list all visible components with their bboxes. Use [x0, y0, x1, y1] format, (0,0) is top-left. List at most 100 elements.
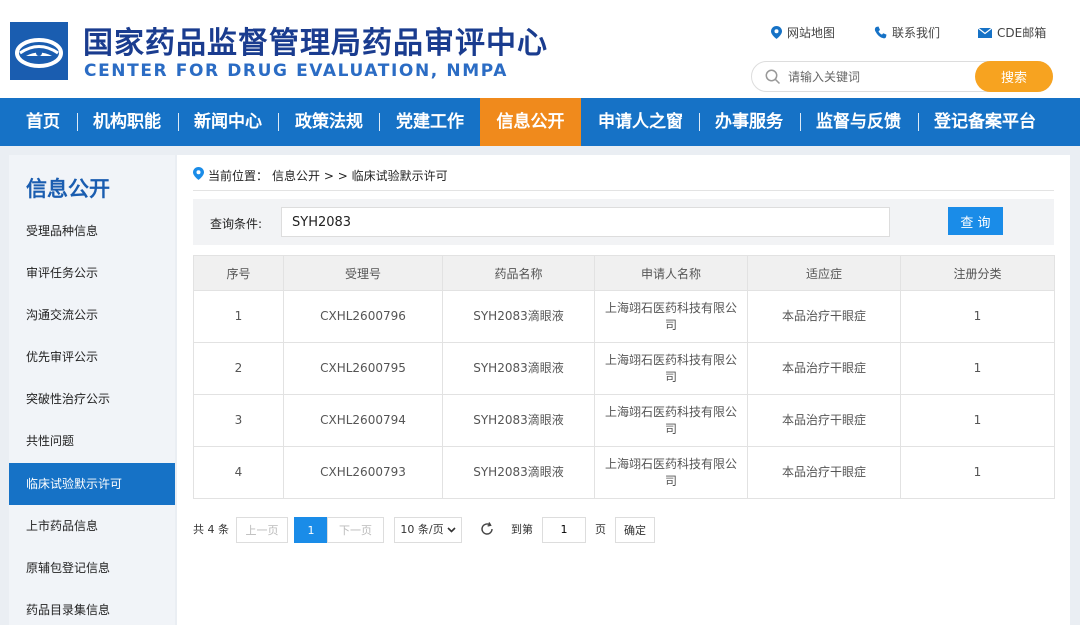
- cell-acceptance-no: CXHL2600793: [283, 446, 443, 499]
- sitemap-label: 网站地图: [787, 26, 836, 40]
- sidebar: 信息公开 受理品种信息 审评任务公示 沟通交流公示 优先审评公示 突破性治疗公示…: [9, 155, 175, 625]
- sidebar-item-drug-catalog[interactable]: 药品目录集信息: [9, 589, 175, 625]
- nav-item-info-disclosure[interactable]: 信息公开: [480, 98, 581, 146]
- cell-indication: 本品治疗干眼症: [747, 446, 901, 499]
- cell-index: 3: [193, 394, 284, 447]
- nav-item-functions[interactable]: 机构职能: [93, 98, 161, 146]
- sidebar-item-marketed-drugs[interactable]: 上市药品信息: [9, 505, 175, 547]
- search-icon: [765, 69, 781, 85]
- query-label: 查询条件:: [210, 217, 263, 231]
- breadcrumb-prefix: 当前位置：: [208, 169, 269, 183]
- cde-mail-label: CDE邮箱: [997, 26, 1047, 40]
- cell-registration-class: 1: [900, 342, 1055, 395]
- cell-registration-class: 1: [900, 446, 1055, 499]
- cell-applicant: 上海翊石医药科技有限公司: [594, 446, 748, 499]
- confirm-goto-button[interactable]: 确定: [615, 517, 655, 543]
- nav-item-home[interactable]: 首页: [26, 98, 60, 146]
- nav-item-applicant[interactable]: 申请人之窗: [598, 98, 683, 146]
- table-row: 2 CXHL2600795 SYH2083滴眼液 上海翊石医药科技有限公司 本品…: [193, 342, 1055, 395]
- page-unit-label: 页: [595, 523, 606, 536]
- location-pin-icon: [193, 167, 204, 180]
- sidebar-item-accepted-varieties[interactable]: 受理品种信息: [9, 210, 175, 252]
- cell-drug-name: SYH2083滴眼液: [442, 290, 595, 343]
- breadcrumb: 当前位置： 信息公开 > > 临床试验默示许可: [193, 167, 1054, 191]
- site-title-cn: 国家药品监督管理局药品审评中心: [83, 26, 548, 61]
- sidebar-item-communication[interactable]: 沟通交流公示: [9, 294, 175, 336]
- current-page-button[interactable]: 1: [294, 517, 328, 543]
- query-button[interactable]: 查 询: [948, 207, 1003, 235]
- next-page-button[interactable]: 下一页: [327, 517, 384, 543]
- contact-label: 联系我们: [892, 26, 941, 40]
- mail-icon: [978, 27, 992, 38]
- cde-logo[interactable]: [10, 22, 68, 80]
- col-header-registration-class: 注册分类: [900, 255, 1055, 291]
- nav-divider: [699, 113, 700, 131]
- table-row: 1 CXHL2600796 SYH2083滴眼液 上海翊石医药科技有限公司 本品…: [193, 290, 1055, 343]
- nav-item-feedback[interactable]: 监督与反馈: [816, 98, 901, 146]
- nav-divider: [379, 113, 380, 131]
- sidebar-item-breakthrough[interactable]: 突破性治疗公示: [9, 378, 175, 420]
- site-header: 国家药品监督管理局药品审评中心 CENTER FOR DRUG EVALUATI…: [0, 0, 1080, 98]
- site-title-en: CENTER FOR DRUG EVALUATION, NMPA: [84, 61, 508, 81]
- cell-index: 4: [193, 446, 284, 499]
- cell-drug-name: SYH2083滴眼液: [442, 446, 595, 499]
- nav-divider: [800, 113, 801, 131]
- table-row: 4 CXHL2600793 SYH2083滴眼液 上海翊石医药科技有限公司 本品…: [193, 446, 1055, 499]
- refresh-icon[interactable]: [479, 521, 495, 547]
- nav-item-policy[interactable]: 政策法规: [295, 98, 363, 146]
- cell-applicant: 上海翊石医药科技有限公司: [594, 290, 748, 343]
- contact-link[interactable]: 联系我们: [874, 24, 940, 41]
- cell-drug-name: SYH2083滴眼液: [442, 394, 595, 447]
- cell-indication: 本品治疗干眼症: [747, 342, 901, 395]
- search-button[interactable]: 搜索: [975, 61, 1053, 92]
- nav-item-news[interactable]: 新闻中心: [194, 98, 262, 146]
- cell-indication: 本品治疗干眼症: [747, 394, 901, 447]
- sidebar-item-excipient-registration[interactable]: 原辅包登记信息: [9, 547, 175, 589]
- cell-acceptance-no: CXHL2600796: [283, 290, 443, 343]
- sitemap-link[interactable]: 网站地图: [771, 24, 835, 41]
- cell-registration-class: 1: [900, 290, 1055, 343]
- result-table: 序号 受理号 药品名称 申请人名称 适应症 注册分类 1 CXHL2600796…: [193, 255, 1055, 499]
- cell-index: 2: [193, 342, 284, 395]
- location-pin-icon: [771, 26, 782, 39]
- cde-mail-link[interactable]: CDE邮箱: [978, 24, 1046, 41]
- query-bar: 查询条件: 查 询: [193, 199, 1054, 245]
- nav-divider: [77, 113, 78, 131]
- sidebar-item-priority-review[interactable]: 优先审评公示: [9, 336, 175, 378]
- nav-item-services[interactable]: 办事服务: [715, 98, 783, 146]
- col-header-drug-name: 药品名称: [442, 255, 595, 291]
- col-header-applicant: 申请人名称: [594, 255, 748, 291]
- sidebar-item-review-tasks[interactable]: 审评任务公示: [9, 252, 175, 294]
- cell-acceptance-no: CXHL2600794: [283, 394, 443, 447]
- nav-item-registration[interactable]: 登记备案平台: [934, 98, 1036, 146]
- page-size-select[interactable]: 10 条/页: [394, 517, 462, 543]
- goto-page-input[interactable]: [542, 517, 586, 543]
- cell-index: 1: [193, 290, 284, 343]
- total-count: 共 4 条: [193, 523, 229, 536]
- sidebar-item-clinical-trial-approval[interactable]: 临床试验默示许可: [9, 463, 175, 505]
- nav-divider: [918, 113, 919, 131]
- table-header-row: 序号 受理号 药品名称 申请人名称 适应症 注册分类: [193, 255, 1055, 291]
- prev-page-button[interactable]: 上一页: [236, 517, 288, 543]
- cell-applicant: 上海翊石医药科技有限公司: [594, 394, 748, 447]
- cell-drug-name: SYH2083滴眼液: [442, 342, 595, 395]
- phone-icon: [874, 26, 887, 39]
- col-header-indication: 适应症: [747, 255, 901, 291]
- cell-registration-class: 1: [900, 394, 1055, 447]
- col-header-acceptance-no: 受理号: [283, 255, 443, 291]
- table-row: 3 CXHL2600794 SYH2083滴眼液 上海翊石医药科技有限公司 本品…: [193, 394, 1055, 447]
- nav-divider: [278, 113, 279, 131]
- cell-acceptance-no: CXHL2600795: [283, 342, 443, 395]
- chevron-down-icon: [447, 527, 456, 533]
- main-nav: 首页 机构职能 新闻中心 政策法规 党建工作 信息公开 申请人之窗 办事服务 监…: [0, 98, 1080, 146]
- sidebar-title: 信息公开: [26, 177, 110, 201]
- sidebar-item-common-issues[interactable]: 共性问题: [9, 420, 175, 462]
- nav-item-party[interactable]: 党建工作: [396, 98, 464, 146]
- search-input[interactable]: [788, 68, 968, 86]
- query-input[interactable]: [281, 207, 890, 237]
- breadcrumb-path[interactable]: 信息公开 > > 临床试验默示许可: [272, 167, 448, 184]
- page-size-label: 10 条/页: [400, 523, 444, 536]
- cell-applicant: 上海翊石医药科技有限公司: [594, 342, 748, 395]
- cell-indication: 本品治疗干眼症: [747, 290, 901, 343]
- col-header-index: 序号: [193, 255, 284, 291]
